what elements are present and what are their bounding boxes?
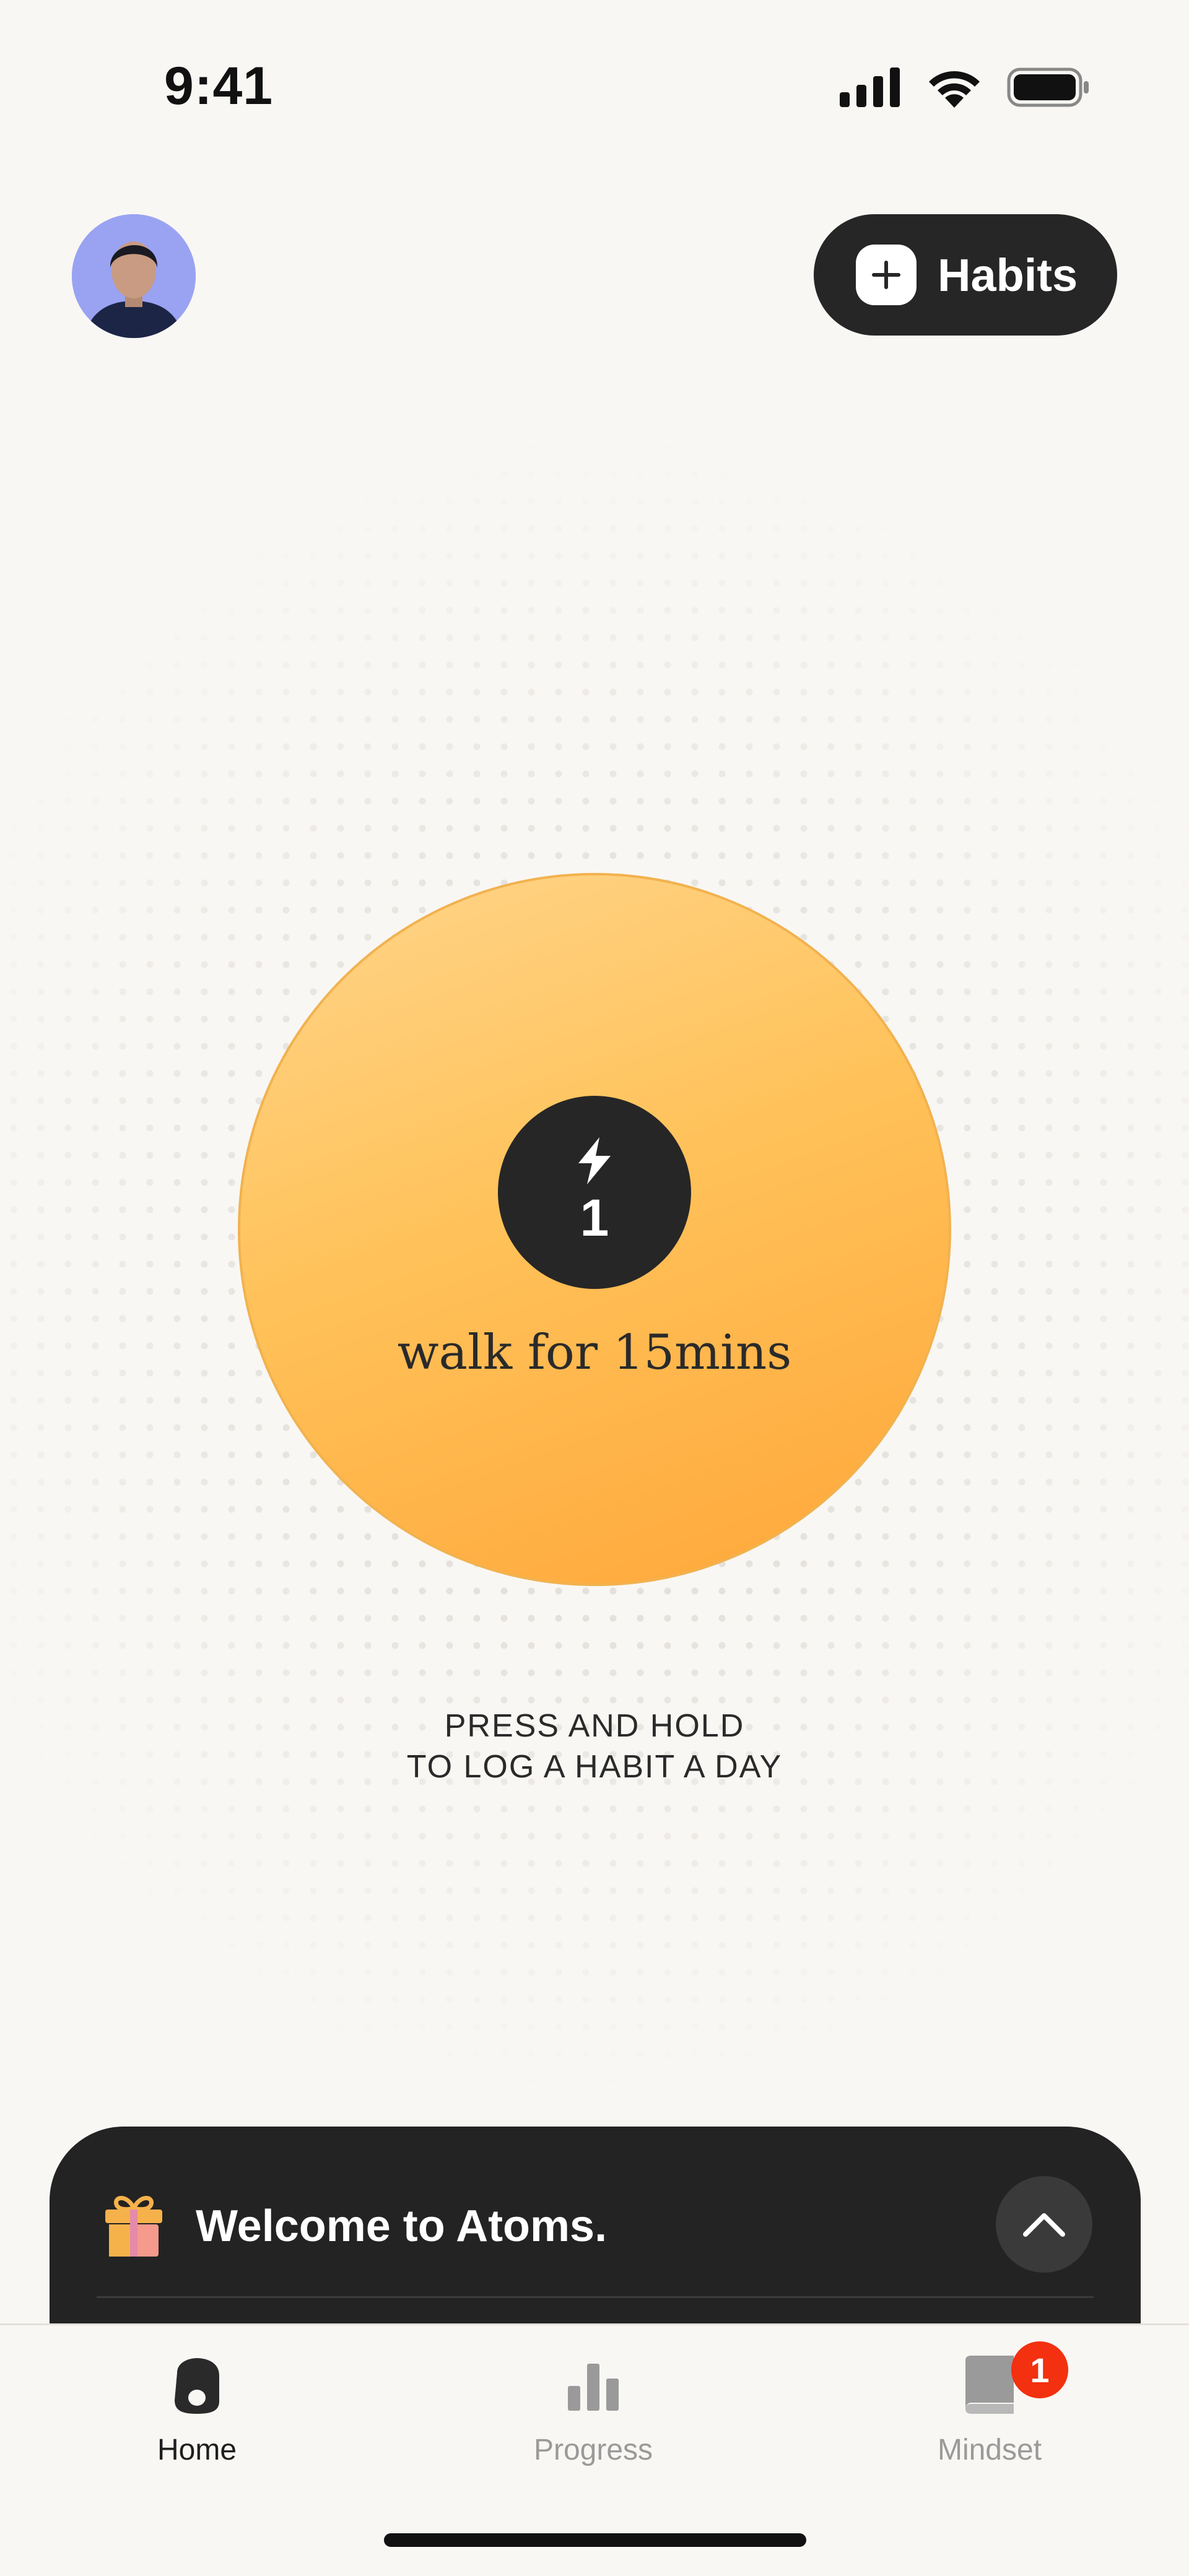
gift-icon xyxy=(105,2196,162,2257)
welcome-sheet[interactable]: Welcome to Atoms. xyxy=(50,2127,1141,2325)
instructions-line-2: TO LOG A HABIT A DAY xyxy=(406,1749,783,1785)
tab-progress[interactable]: Progress xyxy=(488,2351,699,2467)
status-icons xyxy=(840,67,1090,108)
chevron-up-icon xyxy=(1023,2213,1065,2237)
lightning-bolt-icon xyxy=(578,1137,611,1184)
welcome-title: Welcome to Atoms. xyxy=(196,2201,608,2251)
instructions: PRESS AND HOLD TO LOG A HABIT A DAY xyxy=(0,1706,1189,1787)
streak-badge: 1 xyxy=(498,1096,691,1289)
habits-button-label: Habits xyxy=(938,249,1078,301)
battery-icon xyxy=(1007,67,1089,107)
home-icon xyxy=(175,2358,219,2414)
cellular-signal-icon xyxy=(840,67,900,107)
streak-count: 1 xyxy=(580,1188,609,1247)
avatar-portrait xyxy=(72,214,196,338)
tab-mindset[interactable]: Mindset 1 xyxy=(884,2341,1095,2467)
tab-home[interactable]: Home xyxy=(92,2351,302,2467)
tab-home-label: Home xyxy=(157,2434,237,2466)
tab-progress-label: Progress xyxy=(533,2434,653,2466)
wifi-icon xyxy=(929,71,980,108)
add-habits-button[interactable]: Habits xyxy=(814,214,1117,336)
plus-icon xyxy=(856,245,917,305)
expand-button[interactable] xyxy=(996,2176,1092,2273)
notification-badge: 1 xyxy=(1011,2341,1068,2398)
book-icon xyxy=(965,2356,1014,2414)
avatar[interactable] xyxy=(72,214,196,338)
habit-name: walk for 15mins xyxy=(397,1325,792,1381)
bar-chart-icon xyxy=(568,2364,619,2411)
welcome-divider xyxy=(97,2296,1094,2298)
tab-mindset-label: Mindset xyxy=(937,2434,1042,2466)
home-indicator xyxy=(384,2533,806,2547)
status-time: 9:41 xyxy=(164,56,274,116)
instructions-line-1: PRESS AND HOLD xyxy=(444,1708,745,1744)
